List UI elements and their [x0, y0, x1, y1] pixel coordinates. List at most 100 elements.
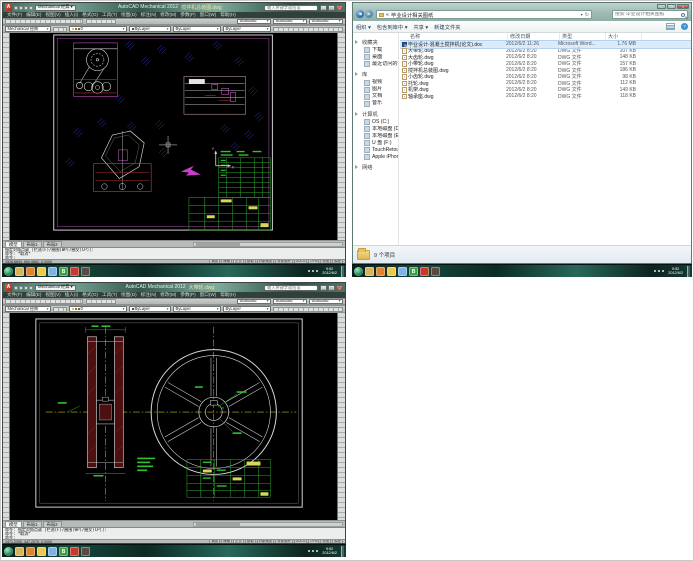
quick-access-toolbar[interactable] — [14, 285, 33, 290]
status-mode-toggle[interactable]: 正交 — [232, 540, 244, 543]
menu-item[interactable]: 插入(I) — [65, 292, 79, 298]
taskbar-icon[interactable] — [398, 266, 407, 276]
menu-item[interactable]: 标注(N) — [141, 292, 157, 298]
style-combo[interactable]: Standard ▾ — [237, 19, 271, 24]
column-header[interactable]: 大小 — [606, 33, 642, 40]
sidebar-item[interactable]: 文档 — [355, 93, 398, 100]
workspace-switcher[interactable]: Mechanical 经典 ▾ — [35, 4, 76, 11]
change-view-icon[interactable] — [666, 23, 675, 30]
right-toolbar-strip[interactable] — [337, 313, 345, 520]
breadcrumb[interactable]: 毕业设计相关图纸 — [391, 11, 433, 19]
sidebar-item[interactable]: 图片 — [355, 86, 398, 93]
command-bar-button[interactable]: 包含到库中 ▾ — [377, 23, 408, 31]
linetype-combo[interactable]: ByLayer ▾ — [173, 26, 221, 32]
menu-item[interactable]: 文件(F) — [7, 292, 22, 298]
sidebar-item[interactable]: TouchRetouch (G:) — [355, 147, 398, 154]
taskbar-icon[interactable] — [431, 266, 440, 276]
left-toolbar-strip[interactable] — [3, 313, 10, 520]
toolbar-icons-strip[interactable] — [273, 26, 343, 32]
tray-icon[interactable] — [312, 550, 315, 552]
status-mode-toggle[interactable]: DUCS — [293, 260, 308, 263]
taskbar-clock[interactable]: 9:52 2012/6/2 — [320, 547, 339, 556]
status-mode-toggle[interactable]: DYN — [308, 260, 320, 263]
taskbar-icon[interactable] — [15, 266, 24, 276]
close-button[interactable]: × — [336, 284, 343, 291]
maximize-button[interactable]: □ — [328, 4, 335, 11]
taskbar-icon[interactable] — [37, 266, 46, 276]
style-combo[interactable]: Standard ▾ — [309, 299, 343, 304]
status-mode-toggle[interactable]: 栅格 — [221, 260, 232, 263]
file-row[interactable]: 轴承座.dwg 2012/6/2 8:20 DWG 文件 118 KB — [400, 93, 691, 100]
menu-item[interactable]: 编辑(E) — [26, 12, 41, 18]
nav-section-network[interactable]: 网络 — [355, 163, 398, 171]
menu-item[interactable]: 编辑(E) — [26, 292, 41, 298]
taskbar-icon[interactable] — [26, 266, 35, 276]
menu-item[interactable]: 格式(O) — [82, 292, 98, 298]
nav-section-computer[interactable]: 计算机 — [355, 110, 398, 118]
horizontal-scrollbar[interactable] — [193, 241, 343, 247]
status-mode-toggle[interactable]: 对象追踪 — [275, 260, 293, 263]
linetype-combo[interactable]: ByLayer ▾ — [173, 306, 221, 312]
minimize-button[interactable]: – — [657, 4, 666, 9]
command-bar-button[interactable]: 组织 ▾ — [356, 23, 371, 31]
layer-tools-icons[interactable] — [53, 26, 67, 32]
menu-item[interactable]: 参数(P) — [180, 12, 195, 18]
tray-icon[interactable] — [316, 550, 319, 552]
layer-combo[interactable]: 0 ▾ — [69, 306, 127, 312]
color-combo[interactable]: ByLayer ▾ — [129, 26, 171, 32]
left-toolbar-strip[interactable] — [3, 33, 10, 240]
tray-icon[interactable] — [316, 270, 319, 272]
sidebar-item[interactable]: 视频 — [355, 79, 398, 86]
menu-item[interactable]: 窗口(W) — [200, 292, 217, 298]
search-input[interactable] — [615, 12, 681, 17]
taskbar-icon[interactable] — [70, 546, 79, 556]
column-header[interactable]: 名称 — [408, 33, 508, 40]
menu-item[interactable]: 参数(P) — [180, 292, 195, 298]
lineweight-combo[interactable]: ByLayer ▾ — [223, 26, 271, 32]
status-mode-toggle[interactable]: 栅格 — [221, 540, 232, 543]
menu-item[interactable]: 插入(I) — [65, 12, 79, 18]
sidebar-item[interactable]: 最近访问的位置 — [355, 61, 398, 68]
address-dropdown-icon[interactable]: ▾ — [581, 12, 583, 17]
taskbar-icon[interactable] — [70, 266, 79, 276]
status-mode-toggle[interactable]: 正交 — [232, 260, 244, 263]
taskbar-clock[interactable]: 9:52 2012/6/2 — [666, 267, 685, 276]
menu-item[interactable]: 帮助(H) — [220, 292, 236, 298]
layer-tools-icons[interactable] — [53, 306, 67, 312]
assembly-drawing[interactable]: Y X — [10, 33, 337, 240]
toolbar-icons-strip[interactable] — [5, 19, 83, 24]
nav-section-libraries[interactable]: 库 — [355, 70, 398, 78]
workspace-switcher[interactable]: Mechanical 经典 ▾ — [35, 284, 76, 291]
status-mode-toggle[interactable]: 对象追踪 — [275, 540, 293, 543]
tray-icon[interactable] — [308, 270, 311, 272]
status-mode-toggle[interactable]: 极轴 — [244, 260, 256, 263]
menu-item[interactable]: 工具(T) — [102, 292, 117, 298]
sidebar-item[interactable]: Apple iPhone — [355, 154, 398, 161]
search-box[interactable] — [612, 10, 688, 19]
menu-item[interactable]: 视图(V) — [45, 12, 60, 18]
taskbar-icon[interactable]: B — [409, 266, 418, 276]
taskbar-icon[interactable]: B — [59, 266, 68, 276]
status-mode-toggle[interactable]: 模型 — [332, 540, 343, 543]
status-mode-toggle[interactable]: 对象捕捉 — [256, 540, 275, 543]
status-mode-toggle[interactable]: DYN — [308, 540, 320, 543]
sidebar-item[interactable]: 桌面 — [355, 54, 398, 61]
status-mode-toggle[interactable]: 线宽 — [320, 540, 332, 543]
tray-icon[interactable] — [662, 270, 665, 272]
sidebar-item[interactable]: 下载 — [355, 47, 398, 54]
style-combo[interactable]: Standard ▾ — [237, 299, 271, 304]
system-tray[interactable]: 9:52 2012/6/2 — [654, 265, 690, 277]
show-desktop-button[interactable] — [687, 265, 690, 277]
column-header[interactable]: 类型 — [560, 33, 606, 40]
tray-icon[interactable] — [658, 270, 661, 272]
system-tray[interactable]: 9:52 2012/6/2 — [308, 265, 344, 277]
help-icon[interactable]: ? — [681, 23, 688, 30]
taskbar-icon[interactable] — [48, 546, 57, 556]
style-combo[interactable]: Standard ▾ — [273, 299, 307, 304]
close-button[interactable]: × — [336, 4, 343, 11]
menu-item[interactable]: 标注(N) — [141, 12, 157, 18]
nav-section-favorites[interactable]: 收藏夹 — [355, 38, 398, 46]
sidebar-item[interactable]: U 盘 (F:) — [355, 140, 398, 147]
show-desktop-button[interactable] — [341, 545, 344, 557]
autocad-logo-icon[interactable]: A — [5, 4, 12, 11]
